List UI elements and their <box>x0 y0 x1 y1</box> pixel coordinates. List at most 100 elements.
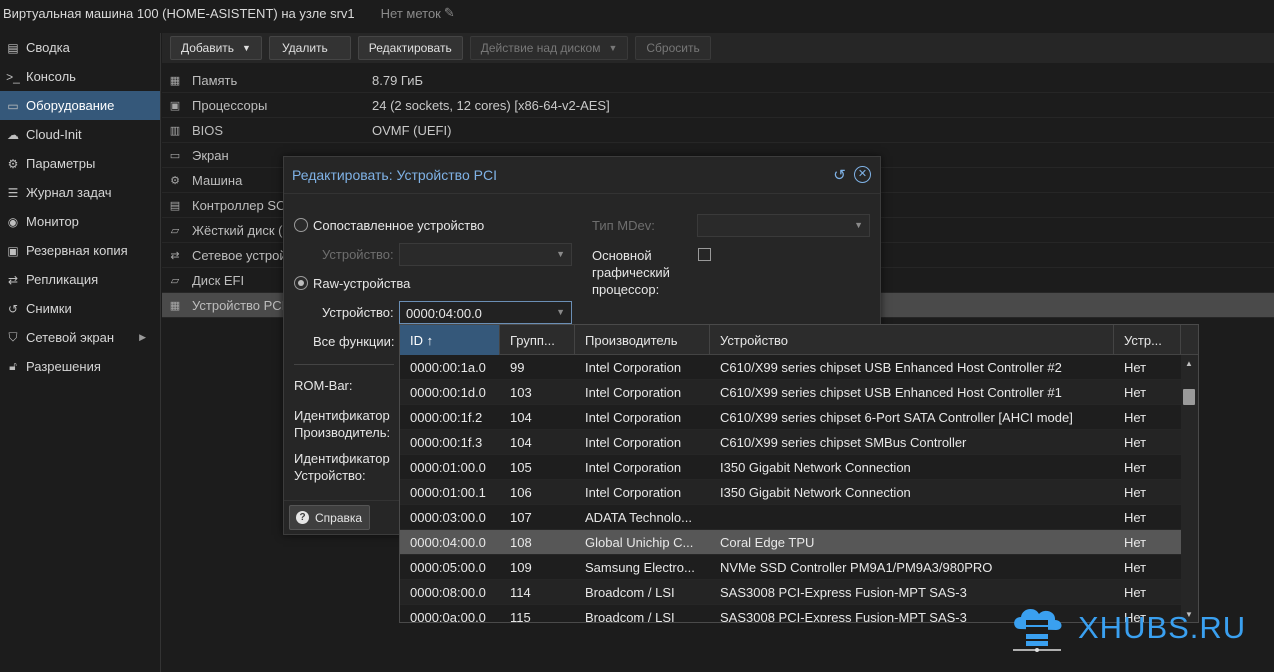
table-row[interactable]: 0000:04:00.0 108 Global Unichip C... Coral … <box>400 530 1181 555</box>
tags-label: Нет меток <box>380 5 441 21</box>
sidebar-item-snapshots[interactable]: ↺ Снимки <box>0 294 160 323</box>
cell-id: 0000:01:00.1 <box>410 484 486 500</box>
terminal-icon: >_ <box>6 69 20 84</box>
table-row[interactable]: 0000:00:1f.3 104 Intel Corporation C610/X99… <box>400 430 1181 455</box>
pci-grid-scrollbar[interactable]: ▲ ▼ <box>1181 355 1198 622</box>
cell-id: 0000:00:1f.2 <box>410 409 483 425</box>
table-row[interactable]: 0000:08:00.0 114 Broadcom / LSI SAS3008 PCI… <box>400 580 1181 605</box>
cell-group: 108 <box>510 534 532 550</box>
sidebar-item-backup[interactable]: ▣ Резервная копия <box>0 236 160 265</box>
monitor-icon: ▭ <box>7 98 19 113</box>
cell-mdev: Нет <box>1124 484 1147 500</box>
chevron-down-icon: ▼ <box>556 307 565 317</box>
sidebar-item-summary[interactable]: ▤ Сводка <box>0 33 160 62</box>
radio-button[interactable] <box>294 276 308 290</box>
sidebar-item-firewall[interactable]: ⛉ Сетевой экран ▶ <box>0 323 160 352</box>
scroll-thumb[interactable] <box>1183 389 1195 405</box>
vm-sidebar: ▤ Сводка >_ Консоль ▭ Оборудование ☁ Cloud-I… <box>0 33 161 672</box>
delete-button-label: Удалить <box>281 41 328 55</box>
cell-group: 104 <box>510 434 532 450</box>
divider <box>294 364 394 365</box>
hardware-row-bios[interactable]: ▥ BIOS OVMF (UEFI) <box>162 118 1274 143</box>
hardware-row-processors[interactable]: ▣ Процессоры 24 (2 sockets, 12 cores) [x86… <box>162 93 1274 118</box>
revert-button[interactable]: Сбросить <box>635 36 711 60</box>
table-row[interactable]: 0000:01:00.1 106 Intel Corporation I350 Gig… <box>400 480 1181 505</box>
hardware-toolbar: Добавить ▼ Удалить Редактировать Действие… <box>162 33 1274 63</box>
sidebar-item-label: Консоль <box>26 69 76 84</box>
pencil-icon[interactable]: ✎ <box>444 5 455 21</box>
sidebar-item-label: Сводка <box>26 40 70 55</box>
expand-arrow-icon[interactable]: ▶ <box>139 332 146 343</box>
cell-vendor: Intel Corporation <box>585 409 682 425</box>
book-icon: ▤ <box>7 40 19 55</box>
disk-action-button[interactable]: Действие над диском ▼ <box>469 36 629 60</box>
cloud-server-logo-icon <box>1013 608 1062 652</box>
microchip-icon: ▥ <box>169 124 181 137</box>
radio-button[interactable] <box>294 218 308 232</box>
column-header-vendor[interactable]: Производитель <box>575 325 710 355</box>
add-button-label: Добавить <box>181 41 235 55</box>
column-header-device[interactable]: Устройство <box>710 325 1114 355</box>
table-row[interactable]: 0000:00:1f.2 104 Intel Corporation C610/X99… <box>400 405 1181 430</box>
vm-title: Виртуальная машина 100 (HOME-ASISTENT) н… <box>3 5 355 21</box>
hardware-row-memory[interactable]: ▦ Память 8.79 ГиБ <box>162 68 1274 93</box>
column-header-group[interactable]: Групп... <box>500 325 575 355</box>
watermark-text: XHUBS.RU <box>1078 610 1247 645</box>
hardware-value: OVMF (UEFI) <box>372 122 452 138</box>
table-row[interactable]: 0000:00:1a.0 99 Intel Corporation C610/X99 … <box>400 355 1181 380</box>
sidebar-item-label: Разрешения <box>26 359 101 374</box>
sidebar-item-permissions[interactable]: 🔓︎ Разрешения <box>0 352 160 381</box>
table-row[interactable]: 0000:05:00.0 109 Samsung Electro... NVMe SS… <box>400 555 1181 580</box>
sidebar-item-hardware[interactable]: ▭ Оборудование <box>0 91 160 120</box>
pci-grid-rows: 0000:00:1a.0 99 Intel Corporation C610/X99 … <box>400 355 1181 622</box>
sidebar-item-label: Снимки <box>26 301 72 316</box>
raw-devices-radio[interactable] <box>294 276 308 293</box>
cell-vendor: Intel Corporation <box>585 459 682 475</box>
sidebar-item-replication[interactable]: ⇄ Репликация <box>0 265 160 294</box>
sidebar-item-monitor[interactable]: ◉ Монитор <box>0 207 160 236</box>
dialog-header: Редактировать: Устройство PCI ↺ ✕ <box>284 157 880 194</box>
cell-device: Coral Edge TPU <box>720 534 815 550</box>
sidebar-item-console[interactable]: >_ Консоль <box>0 62 160 91</box>
sidebar-item-label: Репликация <box>26 272 99 287</box>
add-button[interactable]: Добавить ▼ <box>170 36 262 60</box>
mdev-type-select[interactable]: ▼ <box>697 214 870 237</box>
cell-id: 0000:00:1d.0 <box>410 384 486 400</box>
sidebar-item-cloud-init[interactable]: ☁ Cloud-Init <box>0 120 160 149</box>
primary-gpu-checkbox[interactable] <box>698 248 711 264</box>
pci-card-icon: ▦ <box>169 299 181 312</box>
sidebar-item-label: Оборудование <box>26 98 115 113</box>
table-row[interactable]: 0000:03:00.0 107 ADATA Technolo... Нет <box>400 505 1181 530</box>
scroll-up-icon[interactable]: ▲ <box>1185 359 1193 368</box>
raw-device-select[interactable]: 0000:04:00.0 ▼ <box>399 301 572 324</box>
revert-button-label: Сбросить <box>646 41 700 55</box>
cell-id: 0000:08:00.0 <box>410 584 486 600</box>
table-row[interactable]: 0000:00:1d.0 103 Intel Corporation C610/X99… <box>400 380 1181 405</box>
sidebar-item-label: Сетевой экран <box>26 330 115 345</box>
cell-device: C610/X99 series chipset SMBus Controller <box>720 434 967 450</box>
sidebar-item-task-history[interactable]: ☰ Журнал задач <box>0 178 160 207</box>
cell-mdev: Нет <box>1124 584 1147 600</box>
cell-vendor: Intel Corporation <box>585 359 682 375</box>
table-row[interactable]: 0000:01:00.0 105 Intel Corporation I350 Gig… <box>400 455 1181 480</box>
mapped-device-select[interactable]: ▼ <box>399 243 572 266</box>
checkbox[interactable] <box>698 248 711 261</box>
mapped-device-radio[interactable] <box>294 218 308 235</box>
gear-icon: ⚙ <box>7 156 19 171</box>
cell-mdev: Нет <box>1124 384 1147 400</box>
cell-vendor: Intel Corporation <box>585 434 682 450</box>
column-header-id[interactable]: ID ↑ <box>400 325 500 355</box>
cell-id: 0000:00:1f.3 <box>410 434 483 450</box>
tags-editor[interactable]: Нет меток ✎ <box>381 5 455 21</box>
sidebar-item-options[interactable]: ⚙ Параметры <box>0 149 160 178</box>
cell-group: 109 <box>510 559 532 575</box>
edit-button[interactable]: Редактировать <box>357 36 463 60</box>
delete-button[interactable]: Удалить <box>268 36 351 60</box>
column-header-mdev[interactable]: Устр... <box>1114 325 1181 355</box>
cell-id: 0000:00:1a.0 <box>410 359 486 375</box>
close-icon[interactable]: ✕ <box>854 166 871 183</box>
reset-icon[interactable]: ↺ <box>831 166 848 184</box>
title-bar: Виртуальная машина 100 (HOME-ASISTENT) н… <box>0 0 1274 26</box>
help-button[interactable]: ? Справка <box>289 505 370 530</box>
cell-id: 0000:01:00.0 <box>410 459 486 475</box>
